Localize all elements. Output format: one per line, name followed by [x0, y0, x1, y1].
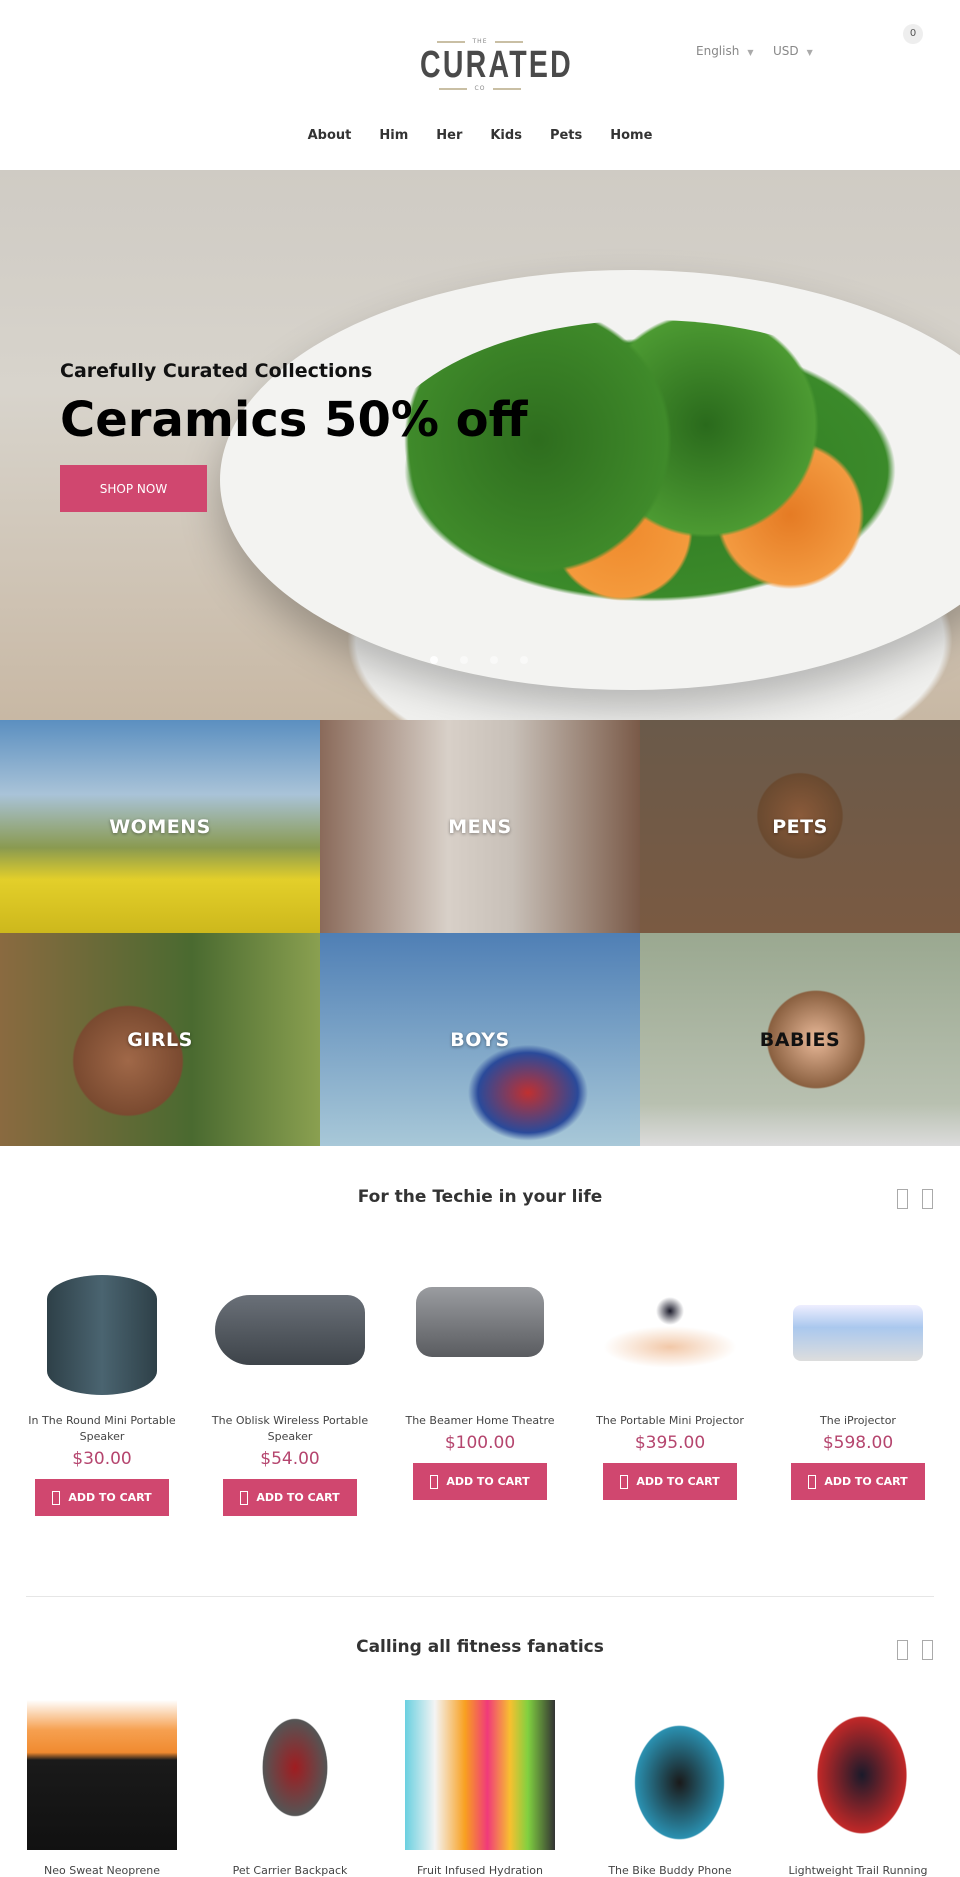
category-mens[interactable]: MENS	[320, 720, 640, 933]
product-image[interactable]	[793, 1305, 923, 1361]
product-image[interactable]	[215, 1295, 365, 1365]
product-name[interactable]: The Bike Buddy Phone	[580, 1864, 760, 1877]
nav-kids[interactable]: Kids	[490, 128, 522, 143]
nav-about[interactable]: About	[308, 128, 352, 143]
hero-title: Ceramics 50% off	[60, 392, 528, 448]
nav-home[interactable]: Home	[610, 128, 652, 143]
cart-icon	[240, 1490, 249, 1505]
category-babies[interactable]: BABIES	[640, 933, 960, 1146]
prev-arrow-icon[interactable]	[897, 1640, 908, 1660]
product-image[interactable]	[405, 1700, 555, 1850]
prev-arrow-icon[interactable]	[897, 1189, 908, 1209]
cart-icon	[52, 1490, 61, 1505]
cart-count-badge[interactable]: 0	[903, 24, 923, 44]
hero-banner: Carefully Curated Collections Ceramics 5…	[0, 170, 960, 720]
fitness-section-title: Calling all fitness fanatics	[356, 1637, 604, 1657]
product-name[interactable]: Pet Carrier Backpack	[200, 1864, 380, 1877]
product-name[interactable]: Fruit Infused Hydration	[390, 1864, 570, 1877]
nav-him[interactable]: Him	[379, 128, 408, 143]
product-image[interactable]	[220, 1700, 370, 1850]
category-boys[interactable]: BOYS	[320, 933, 640, 1146]
product-card: The Portable Mini Projector $395.00 ADD …	[580, 1275, 760, 1500]
category-grid: WOMENS MENS PETS GIRLS BOYS BABIES	[0, 720, 960, 1146]
chevron-down-icon: ▼	[747, 48, 754, 57]
product-card: The iProjector $598.00 ADD TO CART	[768, 1275, 948, 1500]
shop-now-button[interactable]: SHOP NOW	[60, 465, 207, 512]
slide-dot[interactable]	[520, 656, 528, 664]
main-nav: About Him Her Kids Pets Home	[0, 128, 960, 143]
techie-section-title: For the Techie in your life	[357, 1187, 603, 1207]
add-to-cart-button[interactable]: ADD TO CART	[603, 1463, 737, 1500]
product-image[interactable]	[416, 1287, 544, 1357]
techie-carousel-arrows	[897, 1189, 933, 1209]
cart-icon	[620, 1474, 629, 1489]
product-image[interactable]	[47, 1275, 157, 1395]
cart-icon	[430, 1474, 439, 1489]
next-arrow-icon[interactable]	[922, 1189, 933, 1209]
product-card: The Oblisk Wireless Portable Speaker $54…	[200, 1275, 380, 1516]
product-image[interactable]	[595, 1275, 745, 1395]
slider-dots	[430, 656, 528, 664]
chevron-down-icon: ▼	[806, 48, 813, 57]
slide-dot[interactable]	[460, 656, 468, 664]
product-image[interactable]	[27, 1700, 177, 1850]
section-divider	[26, 1596, 934, 1597]
next-arrow-icon[interactable]	[922, 1640, 933, 1660]
language-selector[interactable]: English ▼	[696, 44, 754, 58]
add-to-cart-button[interactable]: ADD TO CART	[35, 1479, 169, 1516]
product-name[interactable]: Lightweight Trail Running	[768, 1864, 948, 1877]
product-card: The Beamer Home Theatre $100.00 ADD TO C…	[390, 1275, 570, 1500]
product-image[interactable]	[597, 1700, 747, 1850]
logo[interactable]: THE CURATED CO	[400, 38, 571, 92]
nav-pets[interactable]: Pets	[550, 128, 582, 143]
add-to-cart-button[interactable]: ADD TO CART	[413, 1463, 547, 1500]
hero-image-salad	[370, 320, 930, 620]
hero-subtitle: Carefully Curated Collections	[60, 360, 373, 382]
currency-selector[interactable]: USD ▼	[773, 44, 813, 58]
add-to-cart-button[interactable]: ADD TO CART	[223, 1479, 357, 1516]
product-card: In The Round Mini Portable Speaker $30.0…	[12, 1275, 192, 1516]
nav-her[interactable]: Her	[436, 128, 462, 143]
cart-icon	[808, 1474, 817, 1489]
category-womens[interactable]: WOMENS	[0, 720, 320, 933]
slide-dot[interactable]	[430, 656, 438, 664]
fitness-carousel-arrows	[897, 1640, 933, 1660]
product-image[interactable]	[787, 1700, 937, 1850]
add-to-cart-button[interactable]: ADD TO CART	[791, 1463, 925, 1500]
product-name[interactable]: Neo Sweat Neoprene	[12, 1864, 192, 1877]
category-girls[interactable]: GIRLS	[0, 933, 320, 1146]
slide-dot[interactable]	[490, 656, 498, 664]
category-pets[interactable]: PETS	[640, 720, 960, 933]
